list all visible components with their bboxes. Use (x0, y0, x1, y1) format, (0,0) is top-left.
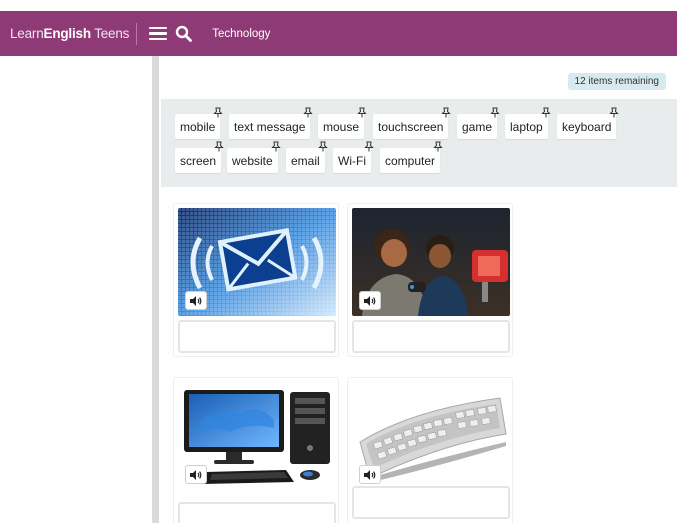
word-label: computer (385, 153, 436, 168)
pin-icon (490, 107, 500, 118)
word-label: touchscreen (378, 119, 444, 134)
left-divider-bar (152, 56, 159, 523)
pin-icon (357, 107, 367, 118)
speaker-icon[interactable] (359, 291, 381, 310)
logo-english: English (43, 26, 92, 41)
word-chip-game[interactable]: game (457, 107, 500, 139)
keyboard-image (352, 382, 510, 490)
picture-card-2 (347, 203, 513, 357)
items-remaining-badge: 12 items remaining (567, 73, 666, 90)
pin-icon (214, 141, 224, 152)
speaker-icon[interactable] (359, 465, 381, 484)
pin-icon (364, 141, 374, 152)
pin-icon (270, 141, 281, 152)
word-label: mouse (323, 119, 360, 134)
word-label: laptop (510, 119, 543, 134)
picture-card-3 (173, 377, 339, 523)
word-bank: mobile text message mouse touchscreen ga… (161, 99, 677, 187)
answer-drop-box[interactable] (178, 502, 336, 523)
email-envelope-image (178, 208, 336, 316)
hamburger-menu-icon[interactable] (149, 26, 168, 41)
word-chip-touchscreen[interactable]: touchscreen (373, 107, 452, 139)
word-label: screen (180, 153, 217, 168)
pin-icon (609, 107, 620, 118)
answer-drop-box[interactable] (352, 320, 510, 353)
pin-icon (213, 107, 224, 118)
word-chip-mobile[interactable]: mobile (175, 107, 224, 139)
word-chip-computer[interactable]: computer (380, 141, 443, 173)
logo-learn: Learn (10, 26, 44, 41)
word-label: game (462, 119, 493, 134)
word-label: Wi-Fi (338, 153, 366, 168)
word-label: keyboard (562, 119, 612, 134)
word-chip-wi-fi[interactable]: Wi-Fi (333, 141, 374, 173)
word-label: text message (234, 119, 306, 134)
answer-drop-box[interactable] (352, 486, 510, 519)
pin-icon (303, 107, 314, 118)
word-label: mobile (180, 119, 216, 134)
speaker-icon[interactable] (185, 291, 207, 310)
word-chip-mouse[interactable]: mouse (318, 107, 367, 139)
people-playing-game-image (352, 208, 510, 316)
word-chip-screen[interactable]: screen (175, 141, 224, 173)
word-chip-laptop[interactable]: laptop (505, 107, 551, 139)
word-label: website (232, 153, 273, 168)
picture-card-1 (173, 203, 339, 357)
left-gutter (0, 56, 152, 523)
page: LearnEnglish Teens Technology 12 items r… (0, 0, 677, 523)
picture-card-4 (347, 377, 513, 523)
pin-icon (540, 107, 551, 118)
logo-teens: Teens (90, 26, 130, 41)
word-chip-keyboard[interactable]: keyboard (557, 107, 620, 139)
site-logo[interactable]: LearnEnglish Teens (10, 26, 129, 41)
pin-icon (317, 141, 328, 152)
word-chip-email[interactable]: email (286, 141, 328, 173)
word-chip-text-message[interactable]: text message (229, 107, 314, 139)
top-header: LearnEnglish Teens Technology (0, 11, 677, 56)
pin-icon (441, 107, 452, 118)
logo-divider (136, 22, 138, 45)
pin-icon (433, 141, 443, 152)
word-label: email (291, 153, 320, 168)
search-icon[interactable] (175, 25, 193, 43)
speaker-icon[interactable] (185, 465, 207, 484)
answer-drop-box[interactable] (178, 320, 336, 353)
word-chip-website[interactable]: website (227, 141, 281, 173)
desktop-computer-image (178, 382, 336, 490)
page-title: Technology (212, 27, 271, 40)
